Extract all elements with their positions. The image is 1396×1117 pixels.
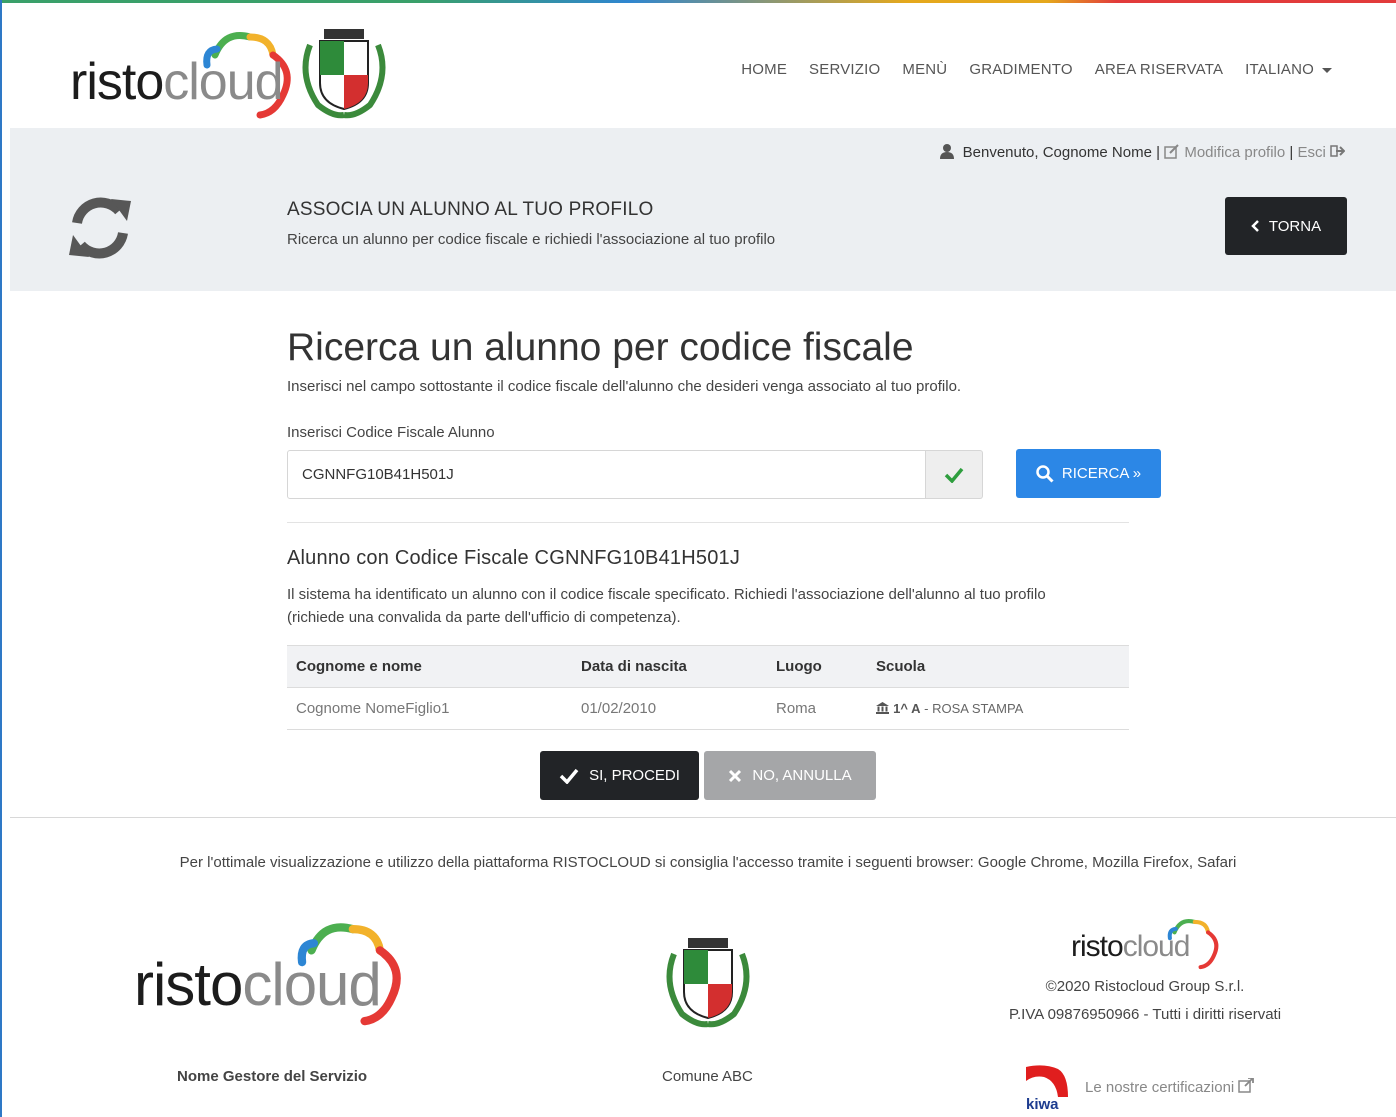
- logo-text-risto: risto: [70, 53, 164, 111]
- certifications-label: Le nostre certificazioni: [1085, 1079, 1235, 1096]
- confirm-button[interactable]: SI, PROCEDI: [540, 751, 699, 800]
- fiscal-code-input[interactable]: [287, 450, 926, 499]
- nav-menu[interactable]: MENÙ: [902, 61, 947, 78]
- left-accent-bar: [0, 0, 2, 1117]
- language-label: ITALIANO: [1245, 61, 1314, 78]
- confirm-button-label: SI, PROCEDI: [589, 767, 680, 784]
- edit-icon: [1164, 144, 1179, 159]
- municipality-crest-icon: [666, 938, 750, 1028]
- logo-text-cloud: cloud: [1122, 930, 1191, 963]
- logo-text-risto: risto: [134, 951, 243, 1018]
- browser-note: Per l'ottimale visualizzazione e utilizz…: [179, 854, 1237, 871]
- banner-title: ASSOCIA UN ALUNNO AL TUO PROFILO: [287, 199, 654, 220]
- cell-school: 1^ A - ROSA STAMPA: [867, 687, 1129, 730]
- fiscal-code-label: Inserisci Codice Fiscale Alunno: [287, 424, 495, 441]
- sync-icon: [69, 197, 131, 259]
- table-row: Cognome NomeFiglio1 01/02/2010 Roma 1^ A…: [287, 687, 1129, 730]
- page-banner: Benvenuto, Cognome Nome | Modifica profi…: [10, 128, 1396, 291]
- caret-down-icon: [1322, 67, 1332, 73]
- footer-divider: [10, 817, 1396, 818]
- school-class: 1^ A: [893, 701, 921, 716]
- result-table: Cognome e nome Data di nascita Luogo Scu…: [287, 645, 1129, 730]
- nav-home[interactable]: HOME: [741, 61, 787, 78]
- logo-text-cloud: cloud: [242, 951, 381, 1018]
- col-birth-date: Data di nascita: [572, 645, 767, 688]
- back-button-label: TORNA: [1268, 217, 1322, 235]
- cancel-button[interactable]: NO, ANNULLA: [704, 751, 876, 800]
- col-name: Cognome e nome: [287, 645, 572, 688]
- vat-text: P.IVA 09876950966 - Tutti i diritti rise…: [1008, 1006, 1282, 1023]
- cell-place: Roma: [767, 687, 867, 730]
- logo-text-risto: risto: [1071, 930, 1124, 963]
- municipality-caption: Comune ABC: [662, 1068, 753, 1085]
- footer-company-logo: ristocloud: [1071, 915, 1221, 970]
- valid-addon: [926, 450, 983, 499]
- manager-caption: Nome Gestore del Servizio: [177, 1068, 368, 1085]
- school-name: ROSA STAMPA: [932, 701, 1024, 716]
- col-place: Luogo: [767, 645, 867, 688]
- kiwa-logo: kiwa: [1024, 1063, 1072, 1113]
- divider: [287, 522, 1129, 523]
- result-text: Il sistema ha identificato un alunno con…: [287, 586, 1046, 626]
- check-icon: [559, 768, 579, 784]
- search-button[interactable]: RICERCA »: [1016, 449, 1161, 498]
- kiwa-text: kiwa: [1026, 1096, 1059, 1113]
- edit-profile-link[interactable]: Modifica profilo: [1184, 144, 1285, 161]
- back-button[interactable]: TORNA: [1225, 197, 1347, 255]
- kiwa-flag-icon: [1026, 1065, 1068, 1097]
- logo-text-cloud: cloud: [163, 53, 283, 111]
- user-icon: [940, 144, 955, 159]
- banner-subtitle: Ricerca un alunno per codice fiscale e r…: [287, 231, 776, 248]
- chevron-left-icon: [1251, 220, 1259, 232]
- search-button-label: RICERCA »: [1061, 465, 1142, 482]
- footer-manager-logo: ristocloud: [134, 915, 414, 1030]
- certifications-link[interactable]: Le nostre certificazioni: [1085, 1077, 1255, 1096]
- main-nav: HOME SERVIZIO MENÙ GRADIMENTO AREA RISER…: [741, 61, 1332, 78]
- page-title: Ricerca un alunno per codice fiscale: [287, 326, 914, 369]
- logout-icon: [1330, 145, 1346, 157]
- language-dropdown[interactable]: ITALIANO: [1245, 61, 1332, 78]
- site-header: ristocloud HOME SERVIZIO MENÙ GRADIMENTO…: [10, 3, 1396, 128]
- brand-logo[interactable]: ristocloud: [70, 25, 300, 120]
- check-icon: [944, 467, 964, 483]
- cancel-button-label: NO, ANNULLA: [752, 767, 852, 784]
- search-lead: Inserisci nel campo sottostante il codic…: [287, 378, 962, 395]
- user-bar: Benvenuto, Cognome Nome | Modifica profi…: [940, 144, 1346, 161]
- logout-link[interactable]: Esci: [1297, 144, 1325, 161]
- separator-2: |: [1289, 144, 1294, 161]
- search-icon: [1036, 464, 1054, 483]
- result-heading: Alunno con Codice Fiscale CGNNFG10B41H50…: [287, 547, 741, 569]
- municipality-crest-icon: [302, 29, 386, 119]
- school-separator: -: [920, 701, 933, 716]
- separator: |: [1156, 144, 1160, 161]
- col-school: Scuola: [867, 645, 1129, 688]
- welcome-text: Benvenuto, Cognome Nome: [962, 144, 1152, 161]
- copyright-text: ©2020 Ristocloud Group S.r.l.: [1045, 978, 1245, 995]
- cell-birth-date: 01/02/2010: [572, 687, 767, 730]
- table-header-row: Cognome e nome Data di nascita Luogo Scu…: [287, 645, 1129, 688]
- cell-name: Cognome NomeFiglio1: [287, 687, 572, 730]
- nav-area-riservata[interactable]: AREA RISERVATA: [1095, 61, 1223, 78]
- external-link-icon: [1238, 1077, 1255, 1093]
- nav-gradimento[interactable]: GRADIMENTO: [969, 61, 1072, 78]
- school-building-icon: [876, 702, 889, 714]
- nav-servizio[interactable]: SERVIZIO: [809, 61, 880, 78]
- close-icon: [729, 769, 742, 782]
